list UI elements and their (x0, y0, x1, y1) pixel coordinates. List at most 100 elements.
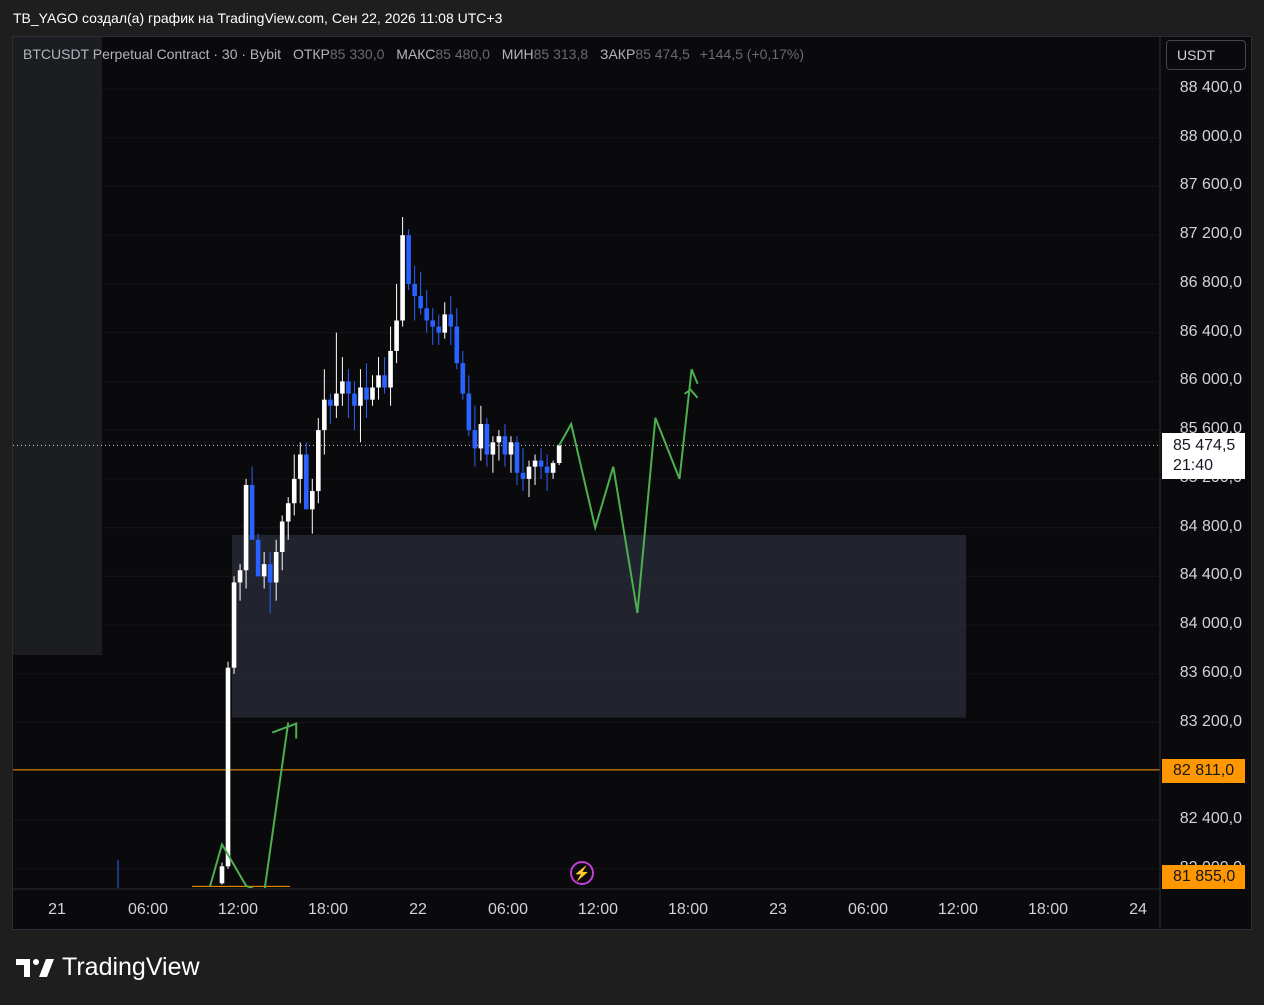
time-tick-label: 23 (769, 901, 787, 918)
legend-low-value: 85 313,8 (533, 46, 589, 62)
session-shade (13, 37, 102, 655)
price-tick-label: 86 000,0 (1179, 371, 1242, 389)
time-tick-label: 12:00 (577, 901, 619, 918)
demand-zone (232, 534, 966, 718)
candle-body (316, 430, 321, 492)
candle-body (322, 399, 327, 431)
candle-body (526, 466, 532, 479)
candle-body (418, 296, 423, 309)
candle-body (376, 375, 381, 388)
candle-body (291, 478, 297, 504)
candle-body (261, 564, 267, 577)
candle-body (225, 667, 231, 867)
price-tick-label: 86 800,0 (1179, 273, 1242, 291)
candle-body (303, 454, 309, 510)
time-tick-label: 18:00 (667, 901, 709, 918)
candle-body (364, 387, 369, 400)
candle-body (472, 430, 478, 449)
time-tick-label: 12:00 (217, 901, 259, 918)
price-tick-label: 87 200,0 (1179, 225, 1242, 243)
brand-name: TradingView (62, 953, 200, 981)
price-tick-label: 86 400,0 (1179, 322, 1242, 340)
candle-body (406, 235, 411, 284)
price-tick-label: 88 400,0 (1179, 79, 1242, 96)
entry-arrowhead (271, 722, 298, 739)
candle-body (550, 463, 556, 473)
candle-body (448, 314, 454, 327)
candle-body (310, 491, 315, 510)
time-tick-label: 06:00 (487, 901, 529, 918)
candle-body (556, 445, 562, 464)
candle-body (358, 387, 363, 406)
candle-body (255, 539, 261, 577)
symbol-legend: BTCUSDT Perpetual Contract · 30 · Bybit … (23, 46, 804, 62)
candle-body (436, 326, 442, 333)
candle-body (352, 393, 357, 406)
legend-close-label: ЗАКР (600, 46, 636, 62)
candle-body (340, 381, 345, 394)
legend-symbol[interactable]: BTCUSDT Perpetual Contract · 30 · Bybit (23, 46, 281, 62)
price-tick-label: 84 800,0 (1179, 517, 1242, 535)
lightning-icon[interactable]: ⚡ (570, 861, 594, 885)
bar-countdown: 21:40 (1173, 457, 1214, 474)
candlestick-chart[interactable] (0, 0, 1264, 1005)
candle-body (334, 393, 339, 406)
candle-body (249, 484, 255, 540)
level-tag-upper: 82 811,0 (1162, 759, 1245, 783)
time-tick-label: 06:00 (127, 901, 169, 918)
candle-body (382, 375, 387, 388)
last-price-value: 85 474,5 (1173, 437, 1236, 454)
candle-body (267, 564, 273, 583)
candle-body (538, 460, 544, 467)
price-tick-label: 84 400,0 (1179, 566, 1242, 584)
time-tick-label: 22 (409, 901, 427, 918)
candle-body (285, 503, 291, 522)
candle-body (328, 399, 333, 406)
price-tick-label: 84 000,0 (1179, 615, 1242, 633)
tradingview-logo-icon (16, 958, 54, 977)
price-tick-label: 88 000,0 (1179, 127, 1242, 145)
time-tick-label: 21 (48, 901, 66, 918)
candle-body (502, 436, 508, 455)
projection-arrowhead (684, 388, 699, 399)
candle-body (496, 436, 502, 443)
time-tick-label: 06:00 (847, 901, 889, 918)
time-tick-label: 24 (1129, 901, 1147, 918)
legend-high-label: МАКС (396, 46, 436, 62)
candle-body (544, 466, 550, 473)
candle-body (460, 363, 466, 394)
currency-button[interactable]: USDT (1166, 40, 1246, 70)
candle-body (412, 283, 417, 297)
candle-body (508, 442, 514, 455)
time-tick-label: 12:00 (937, 901, 979, 918)
candle-body (400, 235, 405, 321)
last-price-tag: 85 474,5 21:40 (1162, 433, 1245, 479)
candle-body (279, 521, 285, 552)
candle-body (243, 484, 249, 571)
candle-body (490, 442, 496, 455)
price-tick-label: 87 600,0 (1179, 176, 1242, 194)
price-tick-label: 83 600,0 (1179, 663, 1242, 681)
candle-body (219, 866, 225, 884)
candle-body (273, 551, 279, 583)
candle-body (484, 424, 490, 455)
time-tick-label: 18:00 (1027, 901, 1069, 918)
legend-low-label: МИН (501, 46, 534, 62)
candle-body (346, 381, 351, 394)
candle-body (424, 308, 429, 321)
candle-body (514, 442, 520, 473)
candle-body (520, 472, 526, 479)
candle-body (370, 387, 375, 400)
legend-high-value: 85 480,0 (435, 46, 490, 62)
candle-body (237, 570, 243, 583)
candle-body (532, 460, 538, 467)
time-tick-label: 18:00 (307, 901, 349, 918)
candle-body (466, 393, 472, 431)
candle-body (231, 582, 237, 668)
candle-body (478, 424, 484, 449)
candle-body (442, 314, 448, 333)
candle-body (454, 326, 460, 364)
legend-change: +144,5 (+0,17%) (699, 46, 804, 62)
candle-body (394, 320, 399, 351)
price-tick-label: 83 200,0 (1179, 712, 1242, 730)
